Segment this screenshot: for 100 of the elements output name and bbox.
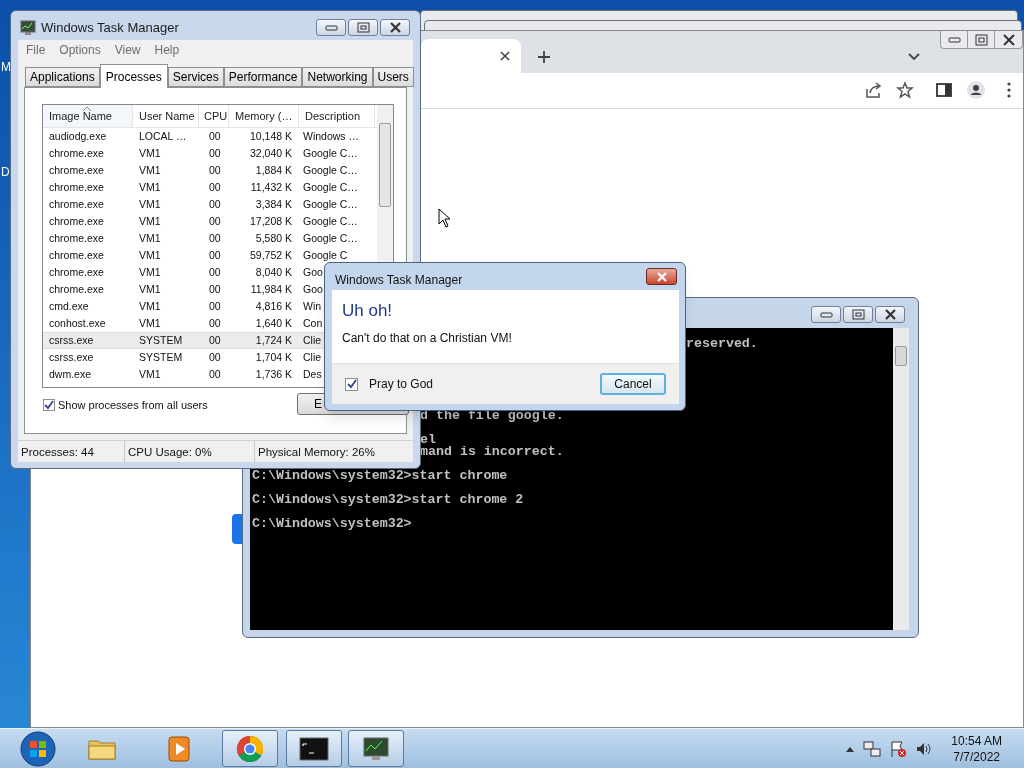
close-button[interactable] [380, 19, 410, 36]
scrollbar-thumb[interactable] [895, 346, 907, 366]
table-cell-text: Goo [303, 264, 323, 280]
table-cell-text: 00 [208, 315, 222, 331]
table-cell-text: 00 [208, 230, 222, 246]
check-icon [346, 379, 357, 389]
table-cell-text: Clie [303, 349, 322, 365]
table-cell-text: 11,984 K [249, 281, 293, 297]
menu-item[interactable]: View [114, 41, 141, 59]
table-row[interactable]: chrome.exe VM1 00 32,040 K Google C… [43, 145, 377, 162]
table-cell-text: csrss.exe [48, 349, 95, 365]
close-icon [1002, 33, 1015, 46]
tab[interactable]: Services [167, 67, 224, 87]
scrollbar[interactable] [893, 328, 909, 630]
column-label[interactable]: Memory (… [229, 107, 293, 125]
close-icon[interactable] [499, 50, 511, 62]
profile-icon[interactable] [967, 81, 985, 99]
close-button[interactable] [875, 306, 905, 323]
column-label[interactable]: Description [299, 107, 361, 125]
side-panel-icon[interactable] [935, 81, 953, 99]
console-line: C:\Windows\system32> [252, 518, 412, 530]
status-text: CPU Usage: 0% [125, 440, 255, 463]
column-header[interactable]: Description [299, 105, 375, 127]
checkbox[interactable] [43, 399, 55, 412]
minimize-button[interactable] [316, 19, 346, 36]
table-cell-text: 1,640 K [254, 315, 293, 331]
close-icon [884, 309, 896, 320]
table-cell-text: VM1 [138, 145, 162, 161]
cursor-icon [438, 208, 452, 228]
menu-item[interactable]: File [26, 41, 46, 59]
share-icon[interactable] [864, 81, 882, 99]
table-cell-text: VM1 [138, 179, 162, 195]
tab[interactable]: Networking [302, 67, 373, 87]
cancel-button[interactable]: Cancel [600, 373, 666, 395]
table-cell-text: 59,752 K [248, 247, 293, 263]
column-header[interactable]: Image Name [43, 105, 133, 127]
column-label[interactable]: CPU [199, 107, 228, 125]
desktop-icon-label: D [1, 164, 10, 181]
checkbox[interactable] [345, 377, 358, 391]
table-cell-text: VM1 [138, 298, 162, 314]
start-button-icon[interactable] [20, 730, 56, 767]
minimize-button[interactable] [811, 306, 841, 323]
status-text: Physical Memory: 26% [257, 444, 376, 460]
maximize-button[interactable] [348, 19, 378, 36]
table-cell-text: 8,040 K [254, 264, 293, 280]
star-icon[interactable] [896, 81, 914, 99]
taskbar-button[interactable] [286, 730, 342, 767]
table-cell-text: 1,704 K [254, 349, 293, 365]
table-row[interactable]: chrome.exe VM1 00 1,884 K Google C… [43, 162, 377, 179]
new-tab-icon[interactable] [537, 50, 551, 64]
table-cell-text: VM1 [138, 247, 162, 263]
chevron-down-icon[interactable] [907, 52, 921, 62]
table-cell-text: chrome.exe [48, 264, 105, 280]
console-line: C:\Windows\system32>start chrome 2 [252, 494, 524, 506]
table-cell-text: 00 [208, 145, 222, 161]
table-cell-text: VM1 [138, 281, 162, 297]
table-cell-text: Goo [303, 281, 323, 297]
table-cell-text: 00 [208, 196, 222, 212]
tab[interactable]: Applications [25, 67, 100, 87]
taskbar-button[interactable] [348, 730, 404, 767]
table-cell-text: 00 [208, 281, 222, 297]
column-header[interactable]: Memory (… [229, 105, 299, 127]
table-cell-text: Google C… [303, 162, 358, 178]
table-cell-text: dwm.exe [48, 366, 92, 382]
table-row[interactable]: chrome.exe VM1 00 59,752 K Google C [43, 247, 377, 264]
menu-item[interactable]: Options [59, 41, 101, 59]
table-cell-text: 00 [208, 264, 222, 280]
tab[interactable]: Performance [223, 67, 303, 87]
table-row[interactable]: chrome.exe VM1 00 5,580 K Google C… [43, 230, 377, 247]
clock-date[interactable]: 7/7/2022 [953, 748, 1000, 765]
table-cell-text: 00 [208, 213, 222, 229]
menu-item[interactable]: Help [154, 41, 180, 59]
table-cell-text: audiodg.exe [48, 128, 108, 144]
table-cell-text: VM1 [138, 196, 162, 212]
maximize-button[interactable] [843, 306, 873, 323]
network-icon[interactable] [863, 739, 882, 758]
column-label[interactable]: Image Name [43, 107, 112, 125]
maximize-icon [851, 309, 865, 320]
close-button[interactable] [646, 268, 677, 285]
table-cell-text: chrome.exe [48, 179, 105, 195]
status-text: Processes: 44 [18, 440, 125, 463]
maximize-icon [356, 22, 370, 33]
table-cell-text: chrome.exe [48, 162, 105, 178]
table-row[interactable]: audiodg.exe LOCAL … 00 10,148 K Windows … [43, 128, 377, 145]
tab[interactable]: Users [372, 67, 414, 87]
table-cell-text: 00 [208, 332, 222, 348]
table-row[interactable]: chrome.exe VM1 00 11,432 K Google C… [43, 179, 377, 196]
dialog-heading: Uh oh! [341, 300, 394, 322]
table-cell-text: Con [303, 315, 323, 331]
tab[interactable]: Processes [99, 64, 168, 88]
dialog-title: Windows Task Manager [335, 272, 463, 289]
clock-time[interactable]: 10:54 AM [951, 732, 1002, 749]
close-icon [655, 271, 668, 282]
flag-icon[interactable] [889, 739, 908, 758]
table-row[interactable]: chrome.exe VM1 00 3,384 K Google C… [43, 196, 377, 213]
scrollbar-thumb[interactable] [379, 123, 391, 207]
table-cell-text: Google C… [303, 179, 358, 195]
monitor-icon [19, 19, 37, 36]
table-row[interactable]: chrome.exe VM1 00 17,208 K Google C… [43, 213, 377, 230]
table-cell-text: Google C [303, 247, 348, 263]
